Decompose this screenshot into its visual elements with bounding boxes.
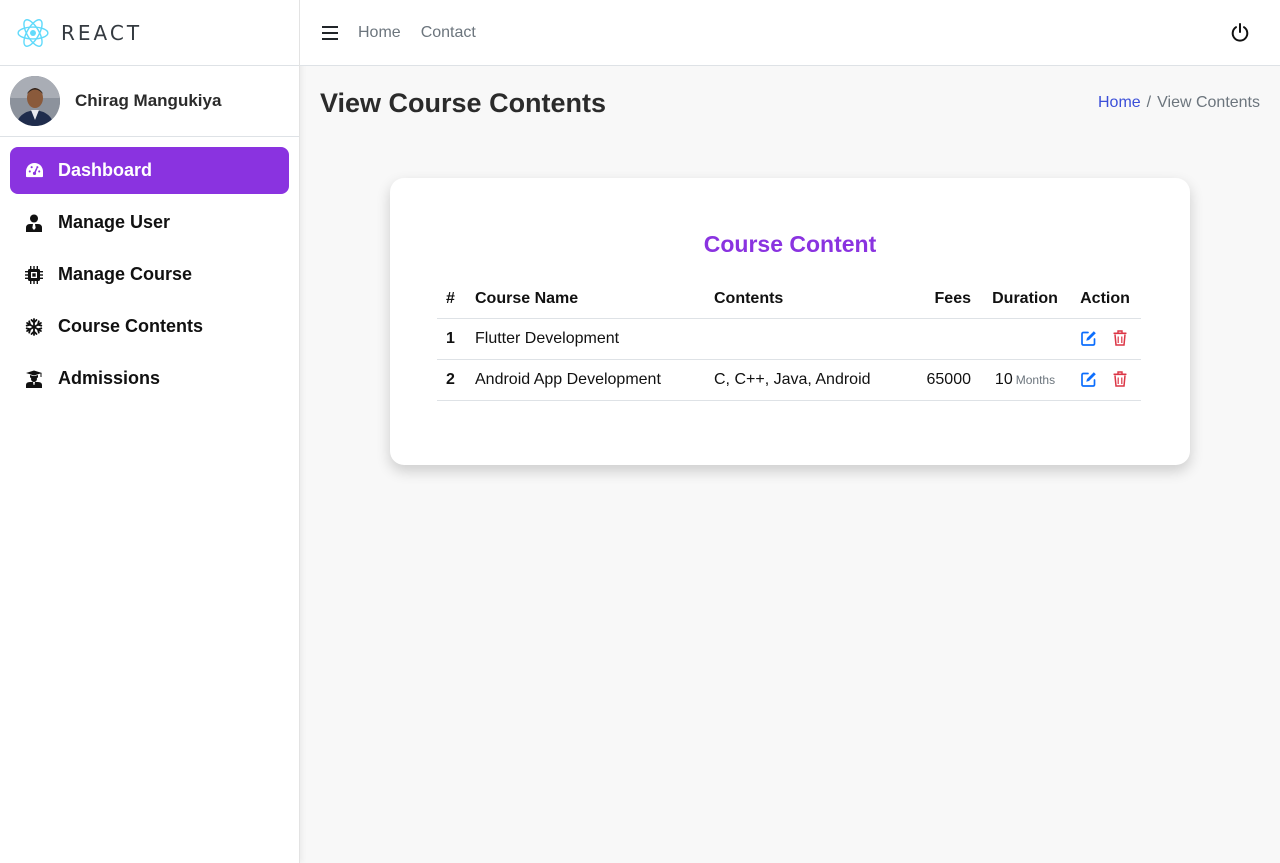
edit-icon[interactable] [1081,330,1097,347]
course-duration: 10 Months [981,359,1069,401]
sidebar-item-label: Admissions [58,368,161,388]
card-title: Course Content [703,231,877,257]
duration-value: 10 [994,370,1013,388]
course-duration [981,318,1069,360]
column-header-number: # [437,281,475,319]
column-header-contents: Contents [714,281,908,319]
microchip-icon [24,265,44,285]
course-fees [908,318,981,360]
breadcrumb-current: View Contents [1157,94,1260,111]
course-content-table: # Course Name Contents Fees Duration Act… [437,281,1141,401]
react-logo-icon [17,18,49,47]
sidebar-item-dashboard[interactable]: Dashboard [10,147,289,194]
topbar-home-link[interactable]: Home [358,24,401,42]
delete-icon[interactable] [1113,330,1129,347]
column-header-fees: Fees [908,281,981,319]
graduate-icon [24,369,44,389]
sidebar-nav: Dashboard Manage User Manage Course Cour… [0,137,299,402]
breadcrumb: Home / View Contents [1098,94,1260,112]
course-fees: 65000 [908,359,981,401]
sidebar-item-manage-user[interactable]: Manage User [10,199,289,246]
page-title: View Course Contents [320,88,607,118]
snowflake-icon [24,317,44,337]
sidebar-item-admissions[interactable]: Admissions [10,355,289,402]
user-name: Chirag Mangukiya [75,91,222,110]
course-content-card: Course Content # Course Name Contents Fe… [390,178,1190,465]
speedometer-icon [24,161,44,181]
sidebar-item-label: Dashboard [58,160,153,180]
sidebar: REACT Chirag Mangukiya Dashboard Manage … [0,0,300,863]
course-name: Flutter Development [475,318,714,360]
table-row: 2 Android App Development C, C++, Java, … [437,359,1141,401]
table-row: 1 Flutter Development [437,318,1141,360]
sidebar-item-course-contents[interactable]: Course Contents [10,303,289,350]
user-tie-icon [24,213,44,233]
course-contents [714,318,908,360]
duration-unit: Months [1015,372,1056,387]
brand[interactable]: REACT [0,0,299,66]
brand-name: REACT [61,20,143,45]
column-header-course-name: Course Name [475,281,714,319]
breadcrumb-separator: / [1146,94,1152,111]
course-contents: C, C++, Java, Android [714,359,908,401]
sidebar-item-label: Manage Course [58,264,193,284]
edit-icon[interactable] [1081,371,1097,388]
hamburger-menu-icon[interactable] [322,25,338,40]
column-header-duration: Duration [981,281,1069,319]
row-number: 1 [437,318,475,360]
course-name: Android App Development [475,359,714,401]
topbar-contact-link[interactable]: Contact [421,24,476,42]
row-number: 2 [437,359,475,401]
sidebar-item-label: Manage User [58,212,171,232]
sidebar-item-label: Course Contents [58,316,204,336]
sidebar-item-manage-course[interactable]: Manage Course [10,251,289,298]
delete-icon[interactable] [1113,371,1129,388]
row-actions [1069,359,1141,401]
column-header-action: Action [1069,281,1141,319]
row-actions [1069,318,1141,360]
avatar [10,76,60,126]
power-icon[interactable] [1230,23,1250,43]
breadcrumb-home-link[interactable]: Home [1098,94,1141,111]
user-panel[interactable]: Chirag Mangukiya [0,66,299,137]
topbar: Home Contact [300,0,1280,66]
table-header-row: # Course Name Contents Fees Duration Act… [437,281,1141,319]
